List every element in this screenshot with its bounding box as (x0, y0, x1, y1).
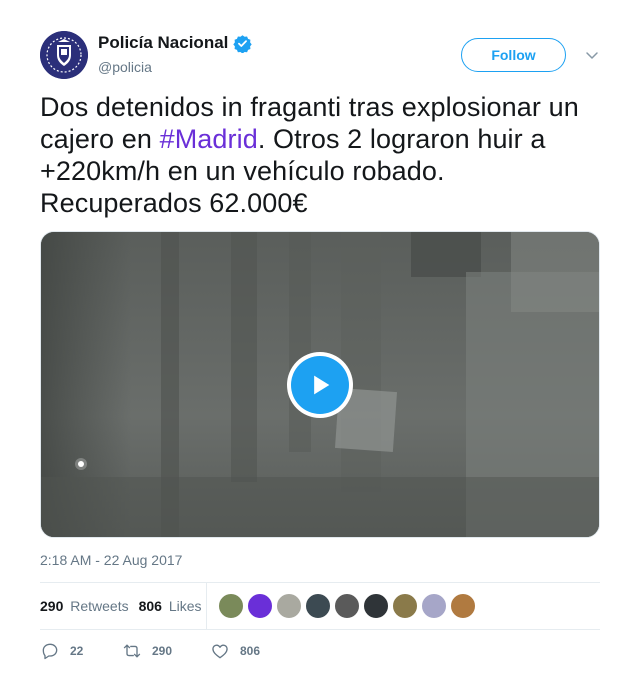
hashtag-link[interactable]: #Madrid (160, 124, 258, 154)
liker-avatar[interactable] (334, 593, 360, 619)
heart-icon (212, 644, 228, 659)
play-icon (314, 375, 330, 395)
chevron-down-icon[interactable] (584, 47, 600, 63)
likes-stat[interactable]: 806 Likes (139, 598, 202, 614)
follow-button[interactable]: Follow (461, 38, 566, 72)
display-name[interactable]: Policía Nacional (98, 33, 228, 53)
tweet-actions: 22 290 806 (40, 641, 290, 661)
retweet-icon (123, 644, 141, 658)
tweet-timestamp[interactable]: 2:18 AM - 22 Aug 2017 (40, 552, 182, 568)
retweets-count: 290 (40, 598, 64, 614)
tweet-stats: 290 Retweets 806 Likes (40, 583, 600, 629)
retweets-label: Retweets (70, 598, 129, 614)
retweet-action[interactable]: 290 (122, 641, 210, 661)
like-count: 806 (240, 644, 261, 658)
divider-bottom (40, 629, 600, 630)
liker-avatar[interactable] (305, 593, 331, 619)
video-player[interactable] (40, 231, 600, 538)
tweet-text: Dos detenidos in fraganti tras explosion… (40, 91, 610, 219)
account-handle[interactable]: @policia (98, 59, 152, 75)
police-shield-icon (40, 31, 88, 79)
liker-avatar[interactable] (450, 593, 476, 619)
retweet-count: 290 (152, 644, 173, 658)
reply-icon (42, 643, 58, 660)
retweets-stat[interactable]: 290 Retweets (40, 598, 129, 614)
liker-avatar[interactable] (247, 593, 273, 619)
account-name-row: Policía Nacional (98, 33, 253, 53)
play-button[interactable] (287, 352, 353, 418)
liker-avatar[interactable] (392, 593, 418, 619)
likes-count: 806 (138, 598, 162, 614)
like-action[interactable]: 806 (210, 641, 290, 661)
liker-avatar[interactable] (363, 593, 389, 619)
liker-avatar[interactable] (276, 593, 302, 619)
reply-action[interactable]: 22 (40, 641, 122, 661)
stats-separator (206, 583, 207, 629)
likes-label: Likes (168, 598, 202, 614)
verified-badge-icon (233, 34, 253, 53)
liker-avatar[interactable] (218, 593, 244, 619)
account-avatar[interactable] (40, 31, 88, 79)
liker-avatar[interactable] (421, 593, 447, 619)
reply-count: 22 (70, 644, 84, 658)
liker-avatars (218, 593, 479, 619)
